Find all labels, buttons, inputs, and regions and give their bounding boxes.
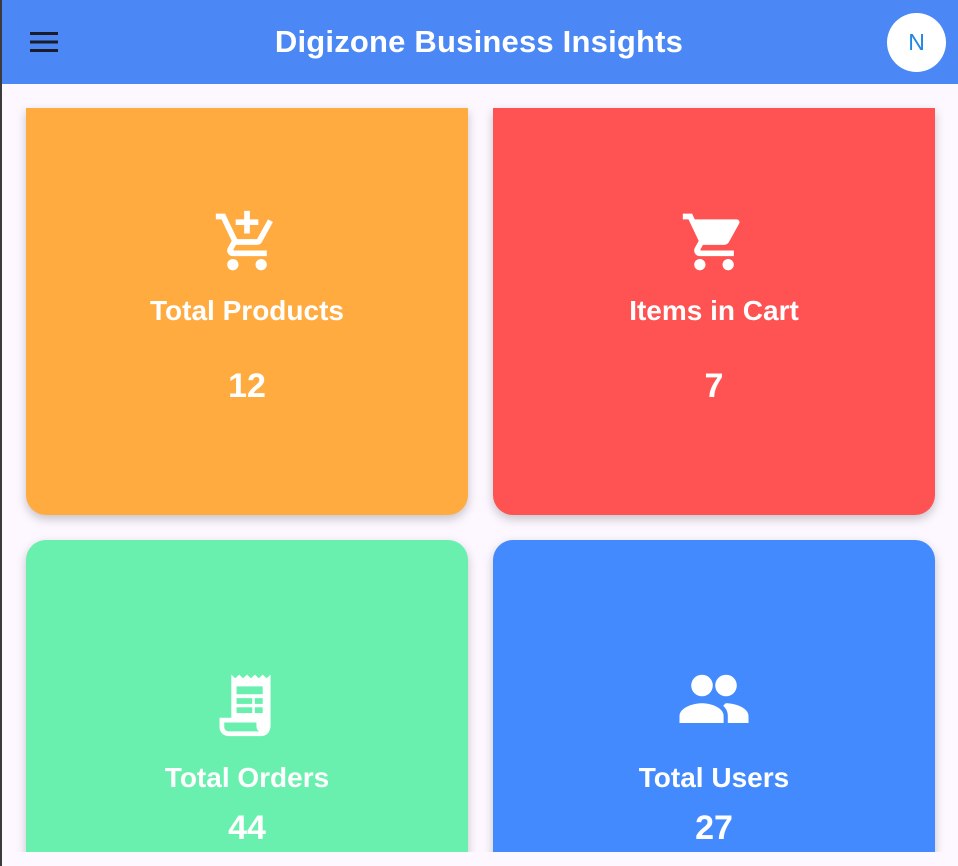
bottom-edge [0,852,958,866]
total-products-card[interactable]: Total Products 12 [26,108,468,515]
shopping-cart-icon [682,213,740,271]
page-title: Digizone Business Insights [274,24,684,59]
avatar[interactable]: N [887,13,946,72]
card-label: Total Users [638,762,790,793]
items-in-cart-card[interactable]: Items in Cart 7 [493,108,935,515]
card-value: 27 [695,809,733,847]
card-value: 44 [228,809,266,847]
dashboard-grid: Total Products 12 Items in Cart 7 Total … [0,84,958,852]
people-icon [679,674,749,723]
window-left-edge [0,0,2,866]
app-bar: Digizone Business Insights N [0,0,958,84]
card-label: Total Orders [164,762,330,793]
card-value: 7 [704,367,724,405]
card-value: 12 [228,367,266,405]
total-orders-card[interactable]: Total Orders 44 [26,540,468,852]
total-users-card[interactable]: Total Users 27 [493,540,935,852]
card-label: Total Products [150,295,344,326]
receipt-icon [219,674,271,737]
card-label: Items in Cart [629,295,799,326]
add-shopping-cart-icon [215,210,273,271]
